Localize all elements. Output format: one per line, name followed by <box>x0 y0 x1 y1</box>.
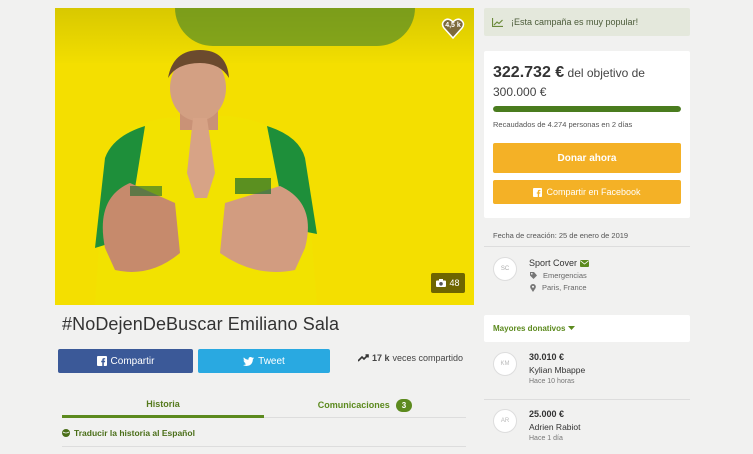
trending-chart-icon <box>492 17 503 27</box>
facebook-share-button[interactable]: Compartir <box>58 349 193 373</box>
divider <box>62 446 466 447</box>
organizer-location: Paris, France <box>542 283 587 292</box>
campaign-title: #NoDejenDeBuscar Emiliano Sala <box>62 314 340 334</box>
photo-gallery-button[interactable]: 48 <box>431 273 465 293</box>
tab-comunicaciones-label: Comunicaciones <box>317 400 390 410</box>
donor-avatar: KM <box>493 352 517 376</box>
organizer-avatar[interactable]: SC <box>493 257 517 281</box>
donation-item: AR 25.000 € Adrien Rabiot Hace 1 día <box>484 406 690 454</box>
facebook-icon <box>96 356 107 366</box>
organizer-name-row[interactable]: Sport Cover <box>529 258 590 268</box>
map-pin-icon <box>530 283 536 292</box>
divider <box>484 399 690 400</box>
tab-historia-label: Historia <box>146 398 180 409</box>
top-donations-dropdown[interactable]: Mayores donativos <box>484 315 690 342</box>
donor-name: Adrien Rabiot <box>529 422 581 432</box>
top-donations-label: Mayores donativos <box>493 324 566 333</box>
trending-up-icon <box>358 354 369 362</box>
organizer-name: Sport Cover <box>529 258 578 268</box>
share-on-facebook-button[interactable]: Compartir en Facebook <box>493 180 681 204</box>
tab-comunicaciones[interactable]: Comunicaciones 3 <box>264 392 466 418</box>
facebook-share-label: Compartir <box>110 355 155 367</box>
donation-time: Hace 10 horas <box>529 378 575 385</box>
twitter-share-button[interactable]: Tweet <box>198 349 330 373</box>
photo-count: 48 <box>449 278 460 288</box>
funding-progress-bar <box>493 106 681 112</box>
organizer-category-row: Emergencias <box>530 271 587 280</box>
funding-card: 322.732 € del objetivo de 300.000 € Reca… <box>484 51 690 218</box>
message-icon[interactable] <box>580 259 590 267</box>
heart-count: 4,5 k <box>445 22 461 29</box>
raised-summary: 322.732 € del objetivo de 300.000 € <box>493 63 683 102</box>
donation-amount: 30.010 € <box>529 352 565 362</box>
translate-story-label: Traducir la historia al Español <box>74 428 195 438</box>
donor-name: Kylian Mbappe <box>529 365 586 375</box>
donation-amount: 25.000 € <box>529 409 565 419</box>
divider <box>484 246 690 247</box>
camera-icon <box>436 279 447 287</box>
tab-historia[interactable]: Historia <box>62 392 264 418</box>
organizer-location-row: Paris, France <box>530 283 587 292</box>
campaign-photo[interactable]: 4,5 k 48 <box>55 8 474 305</box>
share-count: 17 k veces compartido <box>358 353 463 363</box>
donor-avatar: AR <box>493 409 517 433</box>
campaign-tabs: Historia Comunicaciones 3 <box>62 392 466 418</box>
donation-item: KM 30.010 € Kylian Mbappe Hace 10 horas <box>484 349 690 397</box>
chevron-down-icon <box>568 326 576 330</box>
share-count-suffix: veces compartido <box>392 353 464 363</box>
share-count-number: 17 k <box>372 353 390 363</box>
popular-campaign-text: ¡Esta campaña es muy popular! <box>511 17 639 27</box>
facebook-icon <box>533 187 543 197</box>
twitter-icon <box>243 356 255 366</box>
favorite-heart-icon[interactable]: 4,5 k <box>441 16 465 40</box>
twitter-share-label: Tweet <box>258 355 285 367</box>
comunicaciones-count-badge: 3 <box>395 398 413 412</box>
globe-icon <box>62 429 70 437</box>
donation-time: Hace 1 día <box>529 435 563 442</box>
popular-campaign-banner: ¡Esta campaña es muy popular! <box>484 8 690 36</box>
share-on-facebook-label: Compartir en Facebook <box>546 187 641 197</box>
player-figure <box>95 50 317 305</box>
tag-icon <box>530 272 537 279</box>
donors-info: Recaudados de 4.274 personas en 2 días <box>493 120 633 129</box>
funding-progress-fill <box>493 106 681 112</box>
translate-story-link[interactable]: Traducir la historia al Español <box>62 428 195 438</box>
donate-button[interactable]: Donar ahora <box>493 143 681 173</box>
raised-amount: 322.732 € <box>493 64 565 81</box>
creation-date: Fecha de creación: 25 de enero de 2019 <box>493 231 629 240</box>
organizer-category: Emergencias <box>543 271 587 280</box>
